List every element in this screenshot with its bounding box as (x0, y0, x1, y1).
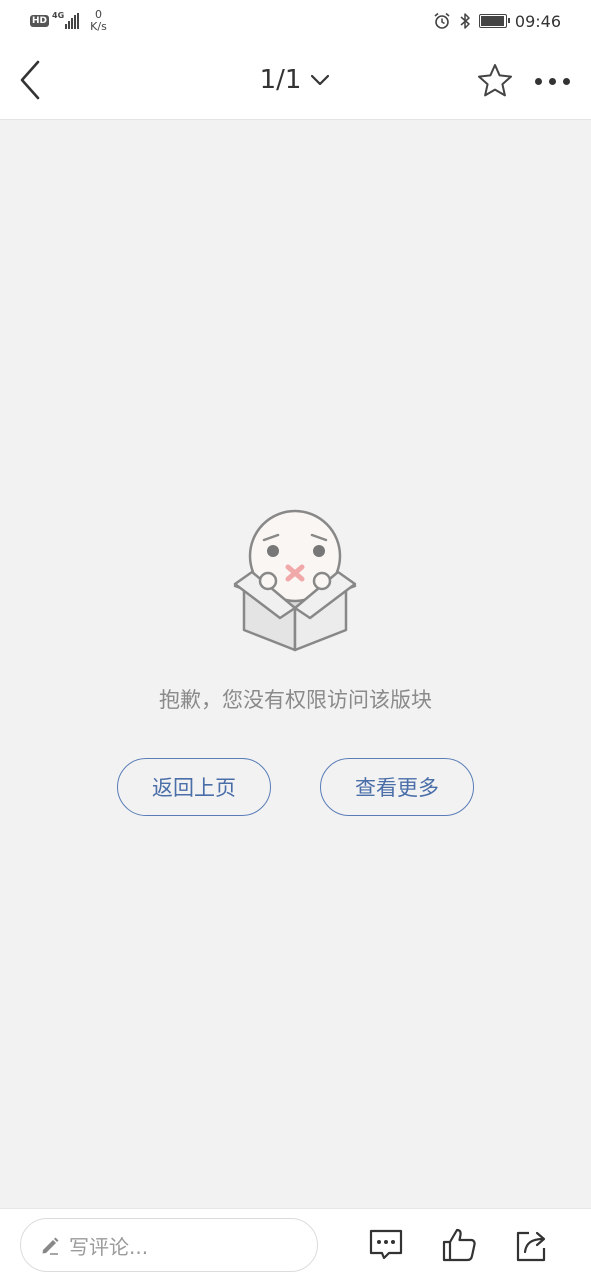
status-bar-left: HD 4G 0 K/s (30, 8, 107, 34)
network-type: 4G (52, 11, 65, 20)
alarm-icon (434, 12, 450, 29)
bottom-bar: 写评论... (0, 1208, 591, 1280)
no-permission-illustration (233, 509, 357, 652)
comment-placeholder: 写评论... (69, 1234, 149, 1259)
hd-badge: HD (30, 15, 50, 27)
network-speed-unit: K/s (90, 20, 107, 33)
more-dots-icon (548, 77, 556, 85)
signal-icon (65, 13, 80, 29)
thumbs-up-icon (442, 1228, 476, 1262)
view-more-button[interactable]: 查看更多 (320, 758, 474, 816)
no-permission-message: 抱歉，您没有权限访问该版块 (159, 688, 432, 712)
status-time: 09:46 (514, 11, 561, 31)
pencil-icon (42, 1237, 59, 1255)
more-dots-icon (562, 77, 570, 85)
like-button[interactable] (440, 1226, 478, 1264)
network-speed: 0 K/s (90, 9, 107, 33)
battery-level-fill (480, 16, 504, 26)
share-icon (516, 1231, 546, 1262)
battery-icon (478, 14, 510, 28)
nav-bar: 1/1 (0, 42, 591, 120)
comment-input[interactable]: 写评论... (20, 1218, 318, 1272)
comments-icon (369, 1229, 403, 1260)
chevron-down-icon (311, 74, 330, 86)
favorite-button[interactable] (476, 62, 514, 100)
status-bar: HD 4G 0 K/s 09:46 (0, 0, 591, 42)
page-indicator-label: 1/1 (259, 65, 302, 95)
status-bar-right: 09:46 (433, 8, 561, 34)
star-icon (478, 64, 512, 97)
bluetooth-icon (460, 13, 470, 29)
more-options-button[interactable] (528, 66, 576, 96)
share-button[interactable] (512, 1226, 550, 1264)
go-back-button[interactable]: 返回上页 (117, 758, 271, 816)
comments-button[interactable] (367, 1226, 405, 1264)
more-dots-icon (534, 77, 542, 85)
